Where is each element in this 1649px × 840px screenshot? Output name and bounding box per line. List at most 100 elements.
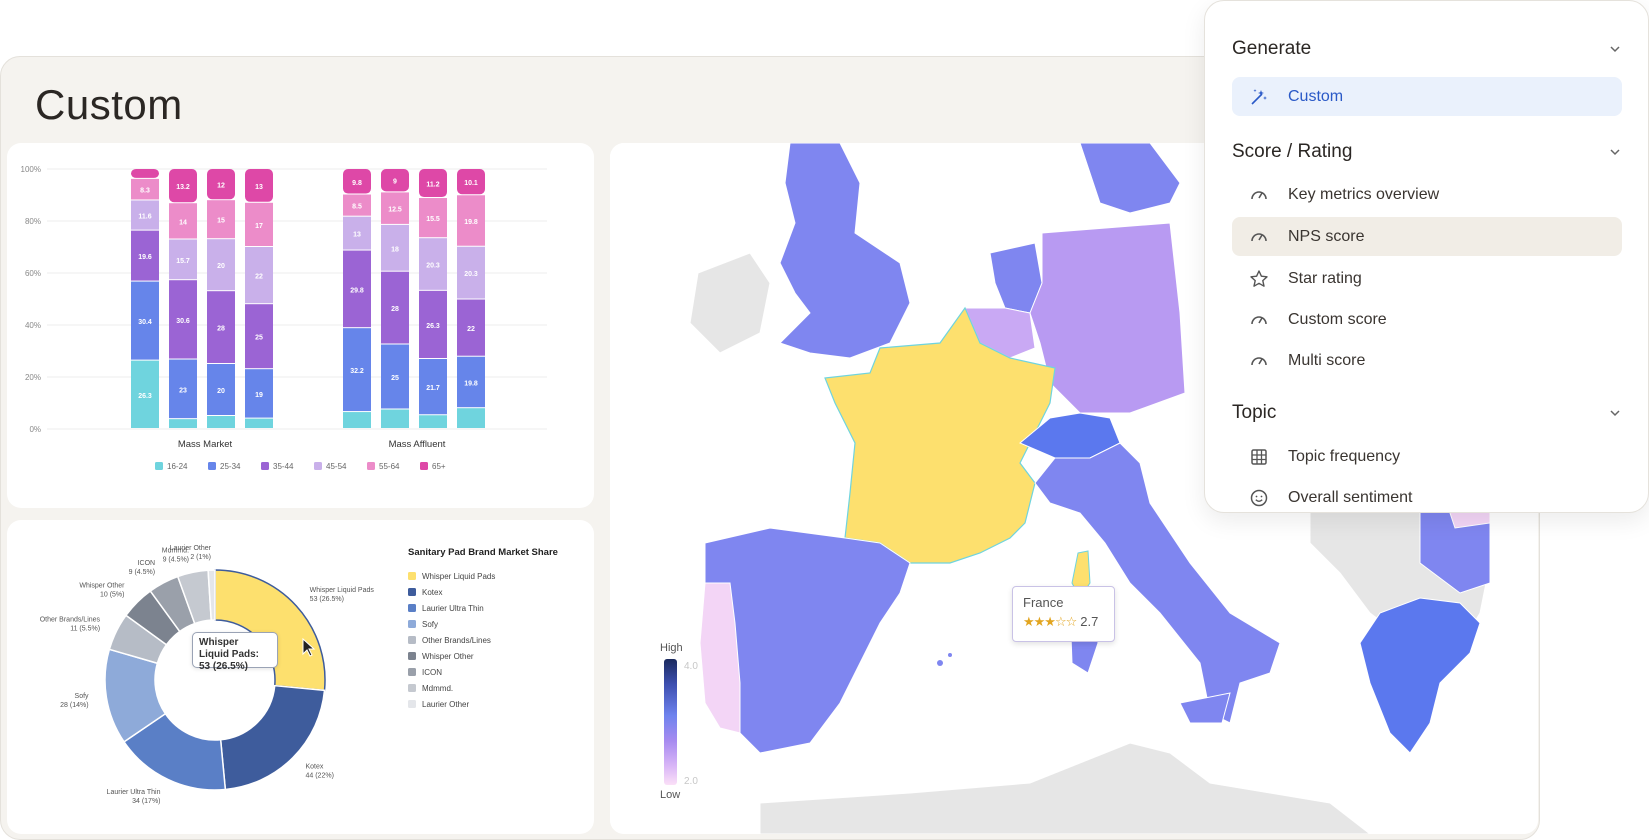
bar-data-label: 19.8 <box>464 219 478 226</box>
legend-swatch <box>408 620 416 628</box>
map-tooltip: France ★★★☆☆ 2.7 <box>1012 586 1115 642</box>
y-tick-label: 60% <box>25 269 41 278</box>
bar-data-label: 19.6 <box>138 254 152 261</box>
tooltip-stars: ★★★☆☆ <box>1023 614 1077 629</box>
gauge-icon <box>1248 226 1270 248</box>
magic-wand-icon <box>1248 86 1270 108</box>
slice-value-label: 11 (5.5%) <box>70 626 100 633</box>
bar-data-label: 23 <box>179 387 187 394</box>
bar-data-label: 8.5 <box>352 204 362 211</box>
legend-swatch <box>155 462 163 470</box>
slice-name-label: Whisper Liquid Pads <box>310 587 375 594</box>
section-title: Score / Rating <box>1232 141 1353 162</box>
bar-data-label: 11.6 <box>138 214 151 221</box>
bar-data-label: 15.5 <box>426 216 440 223</box>
menu-item-custom-score[interactable]: Custom score <box>1232 300 1622 339</box>
bar-data-label: 32.2 <box>350 368 364 375</box>
section-generate[interactable]: Generate <box>1232 34 1622 64</box>
section-title: Generate <box>1232 38 1312 59</box>
market-share-donut-card[interactable]: Whisper Liquid Pads 53 (26.5%) Kotex 44 (22… <box>7 520 594 834</box>
bar-data-label: 15 <box>217 218 225 225</box>
slice-value-label: 9 (4.5%) <box>129 569 155 576</box>
menu-item-star-rating[interactable]: Star rating <box>1232 259 1622 298</box>
bar-data-label: 26.3 <box>138 393 152 400</box>
legend-label: 16-24 <box>167 462 188 471</box>
gauge-icon <box>1248 184 1270 206</box>
bar-data-label: 20 <box>217 263 225 270</box>
bar-segment <box>457 408 485 428</box>
tooltip-country: France <box>1023 595 1064 610</box>
legend-swatch <box>408 668 416 676</box>
menu-item-custom[interactable]: Custom <box>1232 77 1622 116</box>
bar-segment <box>131 169 159 178</box>
menu-item-topic-frequency[interactable]: Topic frequency <box>1232 437 1622 476</box>
bar-data-label: 15.7 <box>176 258 190 265</box>
y-tick-label: 40% <box>25 321 41 330</box>
slice-name-label: Sofy <box>75 693 90 700</box>
bar-segment <box>419 415 447 428</box>
slice-value-label: 28 (14%) <box>60 702 88 709</box>
bar-data-label: 20.3 <box>464 271 478 278</box>
slice-value-label: 9 (4.5%) <box>163 557 189 564</box>
bar-data-label: 28 <box>391 306 399 313</box>
menu-item-key-metrics[interactable]: Key metrics overview <box>1232 175 1622 214</box>
stacked-bar-chart: 100% 80% 60% 40% 20% 0% 26.3 30.4 19.6 11.6 8.3 23 3… <box>21 165 547 471</box>
section-topic[interactable]: Topic <box>1232 398 1622 428</box>
y-tick-label: 100% <box>21 165 41 174</box>
bar-data-label: 10.1 <box>464 180 478 187</box>
bar-data-label: 21.7 <box>426 385 440 392</box>
legend-low-label: Low <box>660 789 681 801</box>
smile-icon <box>1248 487 1270 509</box>
legend-swatch <box>408 604 416 612</box>
legend-min-value: 2.0 <box>684 776 698 787</box>
bar-data-label: 28 <box>217 326 225 333</box>
legend-high-label: High <box>660 642 683 654</box>
menu-item-overall-sentiment[interactable]: Overall sentiment <box>1232 478 1622 512</box>
menu-item-nps-score[interactable]: NPS score <box>1232 217 1622 256</box>
legend-label: 45-54 <box>326 462 347 471</box>
legend-swatch <box>261 462 269 470</box>
bar-data-label: 18 <box>391 246 399 253</box>
bar-data-label: 30.4 <box>138 319 152 326</box>
menu-item-label: Star rating <box>1288 269 1362 287</box>
slice-value-label: 10 (5%) <box>100 591 125 598</box>
legend-swatch <box>208 462 216 470</box>
menu-item-label: Key metrics overview <box>1288 185 1440 203</box>
menu-item-label: Custom score <box>1288 310 1387 328</box>
section-score-rating[interactable]: Score / Rating <box>1232 137 1622 167</box>
legend-label: Laurier Other <box>422 700 469 709</box>
bar-segment <box>343 412 371 428</box>
y-tick-label: 20% <box>25 373 41 382</box>
menu-item-label: Overall sentiment <box>1288 488 1413 506</box>
age-bar-chart-card[interactable]: 100% 80% 60% 40% 20% 0% 26.3 30.4 19.6 11.6 8.3 23 3… <box>7 143 594 508</box>
legend-label: Whisper Other <box>422 652 474 661</box>
slice-name-label: Laurier Other <box>170 545 212 552</box>
bar-segment <box>381 409 409 428</box>
bar-data-label: 20 <box>217 388 225 395</box>
bar-data-label: 13 <box>353 232 361 239</box>
bar-data-label: 12 <box>217 183 225 190</box>
legend-label: Mdmmd. <box>422 684 453 693</box>
gauge-icon <box>1248 309 1270 331</box>
bar-data-label: 20.3 <box>426 263 440 270</box>
menu-item-label: NPS score <box>1288 227 1365 245</box>
grid-icon <box>1248 446 1270 468</box>
menu-item-multi-score[interactable]: Multi score <box>1232 341 1622 380</box>
menu-item-label: Custom <box>1288 87 1344 105</box>
chevron-down-icon <box>1610 149 1620 156</box>
bar-data-label: 17 <box>255 223 263 230</box>
legend-label: Laurier Ultra Thin <box>422 604 484 613</box>
legend-swatch <box>408 684 416 692</box>
legend-swatch <box>367 462 375 470</box>
bar-segment <box>207 416 235 428</box>
bar-data-label: 25 <box>391 375 399 382</box>
bar-data-label: 22 <box>255 274 263 281</box>
bar-segment <box>169 419 197 428</box>
market-share-donut-chart: Whisper Liquid Pads 53 (26.5%) Kotex 44 (22… <box>40 545 558 805</box>
menu-item-label: Topic frequency <box>1288 447 1401 465</box>
legend-swatch <box>420 462 428 470</box>
chevron-down-icon <box>1610 46 1620 53</box>
bar-data-label: 11.2 <box>426 182 439 189</box>
color-scale-bar <box>664 659 677 785</box>
legend-label: Other Brands/Lines <box>422 636 491 645</box>
